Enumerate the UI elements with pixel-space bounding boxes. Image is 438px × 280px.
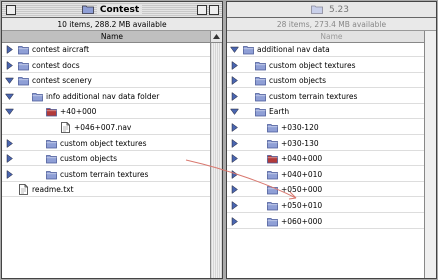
drag-path-line: [185, 159, 297, 199]
drag-line: [185, 159, 297, 200]
